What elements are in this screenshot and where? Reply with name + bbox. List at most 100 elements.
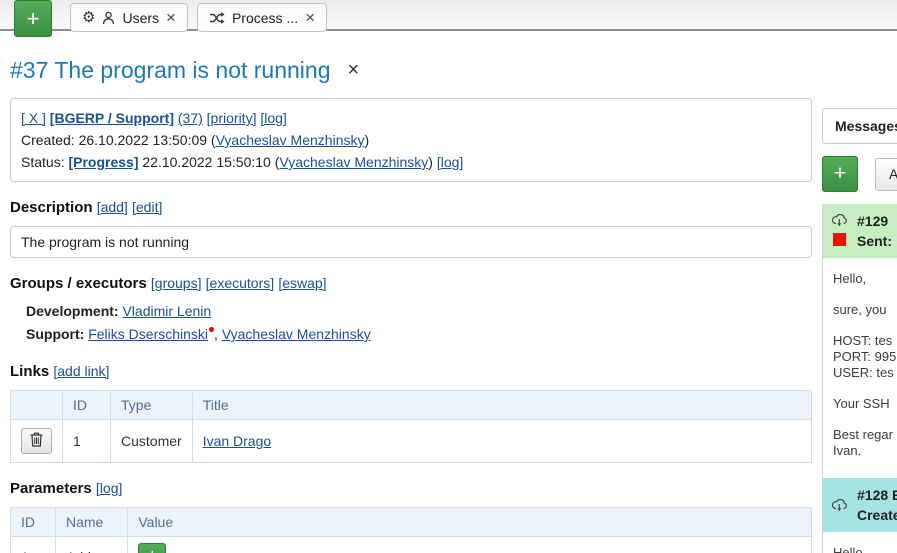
user-icon — [102, 11, 115, 25]
created-user-link[interactable]: Vyacheslav Menzhinsky — [216, 132, 365, 148]
links-col-type: Type — [111, 391, 193, 420]
parameters-heading-label: Parameters — [10, 480, 92, 497]
message-header[interactable]: #129 Sent: — [823, 204, 897, 258]
executor-separator: , — [214, 326, 222, 342]
tab-messages[interactable]: Messages — [822, 108, 897, 144]
unread-marker — [833, 233, 846, 246]
links-col-id: ID — [63, 391, 111, 420]
tab-process-label: Process ... — [232, 10, 298, 26]
group-row-development: Development: Vladimir Lenin — [26, 300, 812, 323]
messages-list: #129 Sent: Hello, sure, you HOST: tes PO… — [822, 204, 897, 553]
param-col-value: Value — [128, 508, 812, 537]
created-line: Created: 26.10.2022 13:50:09 (Vyacheslav… — [21, 129, 801, 151]
process-summary-box: [ X ] [BGERP / Support] (37) [priority] … — [10, 98, 812, 182]
message-body: Hello, — [823, 532, 897, 553]
all-messages-button[interactable]: All — [875, 158, 897, 191]
param-col-id: ID — [11, 508, 56, 537]
message-paragraph: sure, you — [833, 302, 897, 318]
message-marker-column — [831, 485, 848, 525]
status-text-suffix: ) — [428, 154, 437, 170]
table-row: 1 Customer Ivan Drago — [11, 420, 812, 463]
message-direction-icon — [831, 499, 848, 515]
parameters-table: ID Name Value 1 Address + — [10, 507, 812, 553]
message-paragraph: Best regar Ivan. — [833, 427, 897, 459]
message-paragraph: Hello, — [833, 545, 897, 553]
open-tabs: ⚙ Users × Process ... × — [70, 3, 327, 32]
description-heading-label: Description — [10, 199, 93, 216]
process-card: #37 The program is not running × [ X ] [… — [10, 33, 812, 553]
add-link-link[interactable]: [add link] — [53, 363, 109, 379]
bgerp-process-page: + ⚙ Users × Process ... × #37 The progra… — [0, 0, 897, 553]
links-table-header-row: ID Type Title — [11, 391, 812, 420]
created-text-suffix: ) — [364, 132, 369, 148]
new-tab-button[interactable]: + — [14, 0, 52, 37]
message-subline: Create — [857, 505, 897, 525]
description-heading: Description [add] [edit] — [10, 199, 812, 216]
eswap-link[interactable]: [eswap] — [278, 275, 326, 291]
message-header-text: #128 E Create — [857, 485, 897, 525]
messages-panel: Messages + All #129 Sent: Hello, — [822, 108, 897, 553]
group-label: Development: — [26, 303, 119, 319]
status-line: Status: [Progress] 22.10.2022 15:50:10 (… — [21, 151, 801, 173]
tab-process[interactable]: Process ... × — [197, 3, 327, 32]
page-close-icon[interactable]: × — [348, 59, 360, 82]
executors-link[interactable]: [executors] — [206, 275, 274, 291]
groups-heading: Groups / executors [groups] [executors] … — [10, 275, 812, 292]
status-datetime: 22.10.2022 15:50:10 ( — [139, 154, 280, 170]
description-add-link[interactable]: [add] — [97, 199, 128, 215]
message-header[interactable]: #128 E Create — [823, 478, 897, 532]
group-label: Support: — [26, 326, 84, 342]
link-actions-cell — [11, 420, 63, 463]
tab-process-close-icon[interactable]: × — [305, 9, 315, 26]
message-id: #128 E — [857, 485, 897, 505]
project-link[interactable]: [BGERP / Support] — [50, 110, 174, 126]
message-subline: Sent: — [857, 231, 892, 251]
process-id-link[interactable]: (37) — [178, 110, 203, 126]
link-title-cell: Ivan Drago — [192, 420, 811, 463]
page-title-row: #37 The program is not running × — [10, 57, 812, 84]
log-link[interactable]: [log] — [260, 110, 286, 126]
top-tab-bar: + ⚙ Users × Process ... × — [0, 0, 897, 31]
groups-heading-label: Groups / executors — [10, 275, 147, 292]
messages-toolbar: + All — [822, 156, 897, 192]
summary-links-line: [ X ] [BGERP / Support] (37) [priority] … — [21, 107, 801, 129]
status-user-link[interactable]: Vyacheslav Menzhinsky — [279, 154, 428, 170]
links-table: ID Type Title 1 Customer — [10, 390, 812, 463]
page-title: #37 The program is not running — [10, 57, 331, 84]
executor-link[interactable]: Vladimir Lenin — [122, 303, 211, 319]
links-heading-label: Links — [10, 363, 49, 380]
link-id-cell: 1 — [63, 420, 111, 463]
parameters-heading: Parameters [log] — [10, 480, 812, 497]
groups-rows: Development: Vladimir Lenin Support: Fel… — [10, 300, 812, 346]
link-title-link[interactable]: Ivan Drago — [203, 433, 271, 449]
message-body: Hello, sure, you HOST: tes PORT: 995 USE… — [823, 258, 897, 478]
add-message-button[interactable]: + — [822, 156, 858, 192]
add-param-value-button[interactable]: + — [138, 543, 166, 553]
delete-link-button[interactable] — [21, 428, 52, 454]
description-edit-link[interactable]: [edit] — [132, 199, 162, 215]
trash-icon — [30, 432, 43, 450]
links-heading: Links [add link] — [10, 363, 812, 380]
tab-users-label: Users — [122, 10, 159, 26]
description-box: The program is not running — [10, 226, 812, 258]
tab-users[interactable]: ⚙ Users × — [70, 3, 188, 32]
links-col-title: Title — [192, 391, 811, 420]
links-col-actions — [11, 391, 63, 420]
executor-link[interactable]: Vyacheslav Menzhinsky — [222, 326, 371, 342]
status-label: Status: — [21, 154, 68, 170]
priority-link[interactable]: [priority] — [207, 110, 257, 126]
message-direction-icon — [831, 214, 848, 230]
message-paragraph: HOST: tes PORT: 995 USER: tes — [833, 333, 897, 381]
param-col-name: Name — [56, 508, 128, 537]
message-marker-column — [831, 211, 848, 251]
created-text: Created: 26.10.2022 13:50:09 ( — [21, 132, 216, 148]
message-header-text: #129 Sent: — [857, 211, 892, 251]
status-link[interactable]: [Progress] — [68, 154, 138, 170]
parameters-log-link[interactable]: [log] — [96, 480, 122, 496]
message-paragraph: Your SSH — [833, 396, 897, 412]
tab-users-close-icon[interactable]: × — [166, 9, 176, 26]
executor-link[interactable]: Feliks Dserschinski — [88, 326, 208, 342]
status-log-link[interactable]: [log] — [437, 154, 463, 170]
groups-link[interactable]: [groups] — [151, 275, 202, 291]
close-process-link[interactable]: [ X ] — [21, 110, 46, 126]
